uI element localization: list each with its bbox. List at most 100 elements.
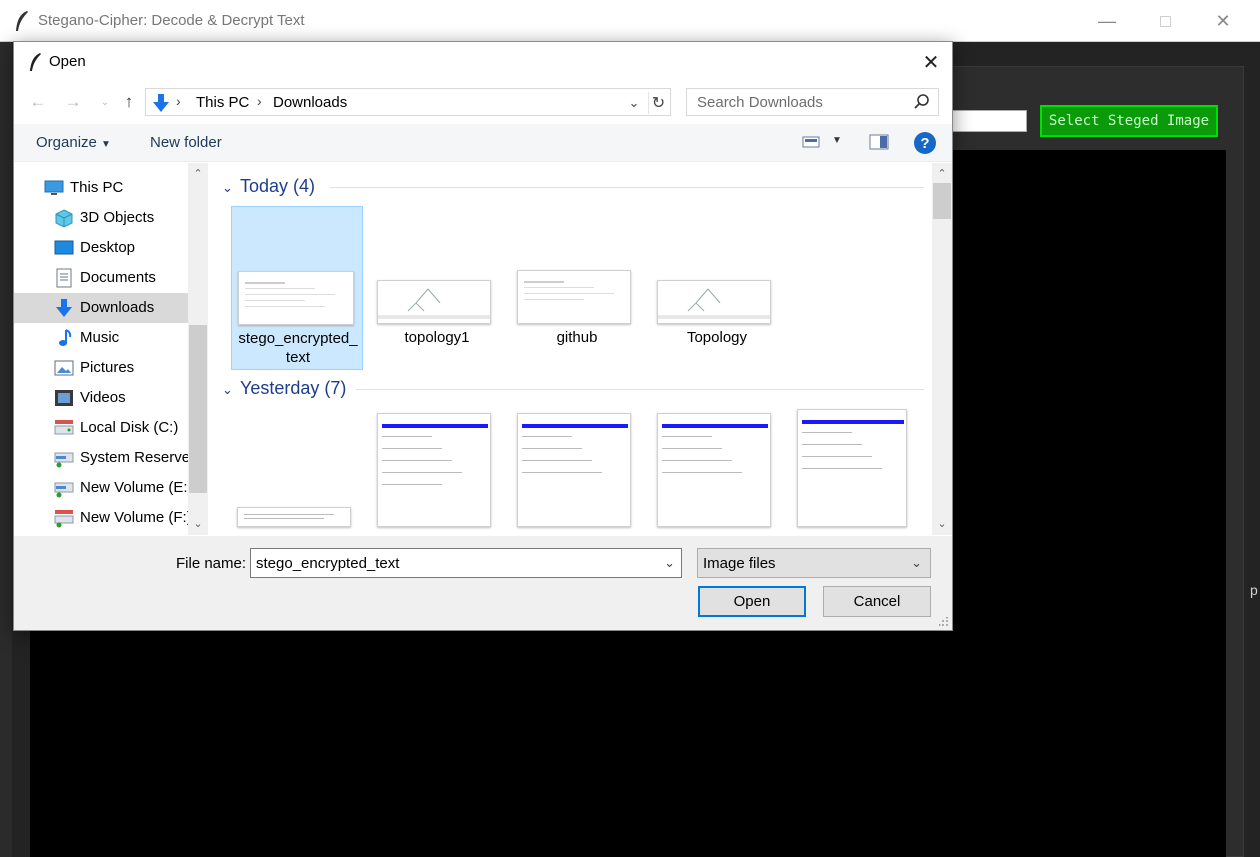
breadcrumb-separator: › (176, 93, 181, 109)
scrollbar-thumb[interactable] (189, 325, 207, 493)
address-dropdown-button[interactable]: ⌄ (624, 92, 644, 114)
scroll-down-icon[interactable]: ⌄ (935, 517, 949, 531)
dialog-close-button[interactable]: ✕ (910, 42, 952, 82)
file-item[interactable] (511, 413, 643, 535)
nav-item-downloads[interactable]: Downloads (14, 293, 188, 323)
help-button[interactable]: ? (914, 132, 936, 154)
address-bar[interactable]: › This PC › Downloads ⌄ ↻ (145, 88, 671, 116)
image-path-input[interactable] (950, 110, 1027, 132)
nav-item-label: System Reservec (80, 449, 188, 466)
nav-item-new-volume-f[interactable]: New Volume (F:) (14, 503, 192, 533)
scroll-down-icon[interactable]: ⌄ (191, 517, 205, 531)
group-header-today[interactable]: ⌄ Today (4) (222, 176, 315, 198)
chevron-down-icon: ⌄ (100, 96, 110, 108)
nav-item-documents[interactable]: Documents (14, 263, 188, 293)
chevron-down-icon: ⌄ (222, 382, 233, 397)
command-bar: Organize ▼ New folder ▼ ? (14, 124, 952, 162)
file-name: github (556, 329, 598, 346)
group-divider (330, 187, 924, 188)
nav-item-label: New Volume (F:) (80, 509, 192, 526)
new-folder-button[interactable]: New folder (150, 134, 222, 151)
nav-item-pictures[interactable]: Pictures (14, 353, 188, 383)
nav-item-desktop[interactable]: Desktop (14, 233, 188, 263)
caret-down-icon: ▼ (832, 135, 842, 146)
drive-icon (54, 420, 74, 435)
nav-item-3d-objects[interactable]: 3D Objects (14, 203, 188, 233)
organize-menu[interactable]: Organize ▼ (36, 134, 111, 151)
nav-item-label: 3D Objects (80, 209, 155, 226)
file-item[interactable] (371, 413, 503, 535)
nav-item-label: New Volume (E:) (80, 479, 193, 496)
chevron-down-icon[interactable]: ⌄ (664, 555, 675, 571)
videos-icon (55, 390, 73, 406)
scroll-up-icon[interactable]: ⌃ (191, 167, 205, 181)
cube-icon (55, 209, 73, 228)
nav-item-label: Music (80, 329, 120, 346)
forward-button[interactable]: → (62, 90, 84, 114)
maximize-icon (1159, 15, 1171, 27)
file-thumbnail (238, 271, 354, 325)
arrow-right-icon: → (64, 92, 82, 111)
file-list-scrollbar[interactable]: ⌃ ⌄ (932, 163, 952, 535)
back-button[interactable]: ← (27, 90, 49, 114)
resize-grip-icon[interactable] (939, 617, 949, 627)
search-placeholder: Search Downloads (697, 94, 823, 111)
nav-item-this-pc[interactable]: This PC (14, 173, 188, 203)
nav-item-label: This PC (70, 179, 124, 196)
search-input[interactable]: Search Downloads (686, 88, 939, 116)
navigation-pane: This PC 3D Objects Desktop Documents Dow… (14, 163, 208, 535)
file-thumbnail (377, 280, 491, 324)
file-type-value: Image files (703, 555, 776, 572)
nav-item-label: Pictures (80, 359, 135, 376)
nav-item-system-reserved[interactable]: System Reservec (14, 443, 188, 473)
file-thumbnail (377, 413, 491, 527)
file-name-input[interactable]: stego_encrypted_text ⌄ (250, 548, 682, 578)
dialog-title: Open (49, 53, 86, 70)
file-type-select[interactable]: Image files ⌄ (697, 548, 931, 578)
nav-item-videos[interactable]: Videos (14, 383, 188, 413)
select-steged-image-button[interactable]: Select Steged Image (1040, 105, 1218, 137)
nav-item-music[interactable]: Music (14, 323, 188, 353)
scrollbar-thumb[interactable] (933, 183, 951, 219)
nav-item-label: Desktop (80, 239, 136, 256)
pictures-icon (54, 360, 74, 376)
refresh-button[interactable]: ↻ (648, 92, 668, 114)
download-icon (56, 299, 72, 317)
open-button[interactable]: Open (698, 586, 806, 617)
maximize-button[interactable] (1136, 0, 1194, 42)
breadcrumb-this-pc[interactable]: This PC (196, 94, 249, 111)
file-item-topology[interactable]: Topology (651, 206, 783, 370)
recent-locations-button[interactable]: ⌄ (94, 90, 116, 114)
file-item-topology1[interactable]: topology1 (371, 206, 503, 370)
file-thumbnail (657, 280, 771, 324)
view-options-button[interactable] (802, 134, 820, 154)
file-item-stego-encrypted-text[interactable]: stego_encrypted_ text (231, 206, 363, 370)
file-item-github[interactable]: github (511, 206, 643, 370)
file-item[interactable] (791, 409, 923, 535)
file-item[interactable] (651, 413, 783, 535)
up-button[interactable]: ↑ (118, 90, 140, 114)
file-thumbnail (517, 413, 631, 527)
nav-item-new-volume-e[interactable]: New Volume (E:) (14, 473, 193, 503)
nav-item-local-disk-c[interactable]: Local Disk (C:) (14, 413, 188, 443)
group-header-yesterday[interactable]: ⌄ Yesterday (7) (222, 378, 346, 400)
desktop-icon (54, 240, 74, 255)
close-button[interactable]: ✕ (1194, 0, 1252, 42)
close-icon: ✕ (922, 51, 940, 74)
navigation-scrollbar[interactable]: ⌃ ⌄ (188, 163, 208, 535)
minimize-button[interactable]: — (1078, 0, 1136, 42)
cancel-button[interactable]: Cancel (823, 586, 931, 617)
file-thumbnail (517, 270, 631, 324)
file-item[interactable] (231, 413, 363, 535)
document-icon (56, 268, 72, 288)
scroll-up-icon[interactable]: ⌃ (935, 167, 949, 181)
view-dropdown-button[interactable]: ▼ (832, 135, 842, 146)
nav-item-label: Local Disk (C:) (80, 419, 179, 436)
file-name-line2: text (285, 349, 311, 366)
view-icon (802, 136, 820, 148)
breadcrumb-downloads[interactable]: Downloads (273, 94, 347, 111)
group-header-label: Today (4) (240, 176, 316, 196)
help-icon: ? (920, 134, 930, 152)
preview-pane-button[interactable] (869, 134, 889, 154)
file-thumbnail (797, 409, 907, 527)
